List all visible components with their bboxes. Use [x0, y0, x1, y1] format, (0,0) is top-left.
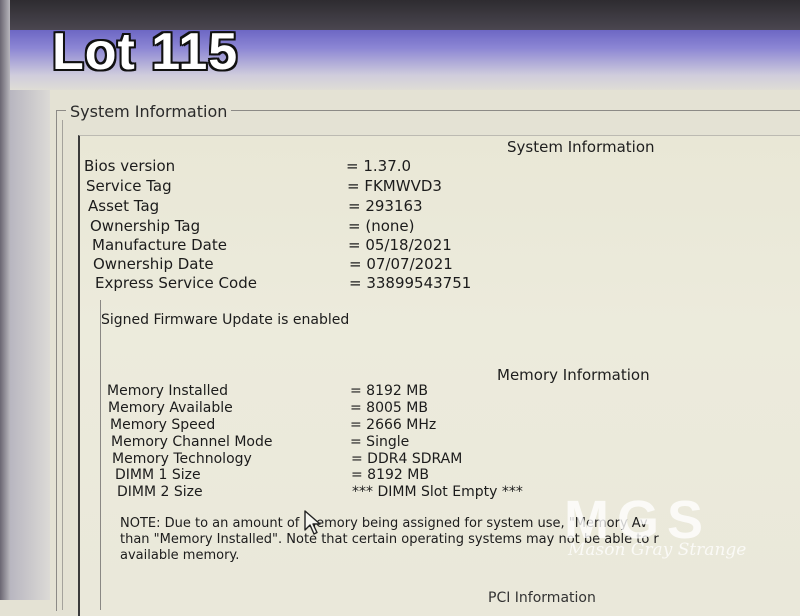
- memory-info-heading: Memory Information: [497, 366, 650, 384]
- dimm1-size-value: = 8192 MB: [351, 467, 429, 483]
- bios-version-value: = 1.37.0: [346, 157, 412, 175]
- manufacture-date-label: Manufacture Date: [92, 236, 227, 254]
- dimm2-size-value: *** DIMM Slot Empty ***: [352, 484, 523, 500]
- bios-version-label: Bios version: [84, 157, 176, 175]
- signed-firmware-status: Signed Firmware Update is enabled: [101, 312, 350, 328]
- screen-left-edge: [10, 90, 50, 600]
- dimm1-size-label: DIMM 1 Size: [115, 467, 201, 483]
- lot-label: Lot 115: [52, 23, 239, 81]
- memory-installed-value: = 8192 MB: [350, 383, 428, 399]
- manufacture-date-value: = 05/18/2021: [348, 236, 452, 254]
- ownership-tag-label: Ownership Tag: [90, 217, 201, 235]
- asset-tag-value: = 293163: [348, 197, 423, 215]
- pci-info-heading-partial: PCI Information: [488, 590, 596, 606]
- express-service-code-value: = 33899543751: [349, 274, 472, 292]
- memory-channel-mode-label: Memory Channel Mode: [111, 434, 273, 450]
- group-title: System Information: [66, 102, 232, 121]
- memory-speed-value: = 2666 MHz: [350, 417, 437, 433]
- monitor-bezel-left: [0, 0, 10, 600]
- asset-tag-label: Asset Tag: [88, 197, 160, 215]
- watermark-text: Mason Gray Strange: [568, 540, 747, 560]
- memory-technology-value: = DDR4 SDRAM: [351, 451, 463, 467]
- dimm2-size-label: DIMM 2 Size: [117, 484, 203, 500]
- memory-installed-label: Memory Installed: [107, 383, 229, 399]
- ownership-date-value: = 07/07/2021: [349, 255, 453, 273]
- memory-channel-mode-value: = Single: [350, 434, 410, 450]
- ownership-date-label: Ownership Date: [93, 255, 214, 273]
- express-service-code-label: Express Service Code: [95, 274, 257, 292]
- mouse-cursor-icon: [304, 510, 321, 535]
- memory-available-label: Memory Available: [108, 400, 233, 416]
- system-info-heading: System Information: [507, 138, 655, 156]
- service-tag-value: = FKMWVD3: [347, 177, 442, 195]
- memory-note-line-3: available memory.: [120, 548, 240, 563]
- memory-technology-label: Memory Technology: [112, 451, 252, 467]
- memory-available-value: = 8005 MB: [350, 400, 428, 416]
- service-tag-label: Service Tag: [86, 177, 172, 195]
- ownership-tag-value: = (none): [348, 217, 415, 235]
- memory-speed-label: Memory Speed: [110, 417, 216, 433]
